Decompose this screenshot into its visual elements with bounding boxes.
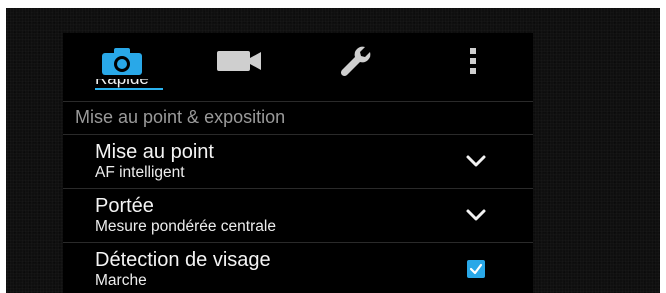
screenshot-frame: Rapide Mise au point & exposition Mise a… bbox=[0, 0, 666, 293]
camera-icon bbox=[101, 46, 143, 76]
chevron-down-icon[interactable] bbox=[465, 154, 487, 168]
divider bbox=[63, 101, 533, 102]
video-camera-icon bbox=[216, 49, 261, 73]
wrench-icon bbox=[339, 44, 373, 78]
setting-row-focus[interactable]: Mise au point AF intelligent bbox=[63, 135, 533, 188]
camera-settings-panel: Rapide Mise au point & exposition Mise a… bbox=[63, 33, 533, 293]
face-detection-checkbox[interactable] bbox=[467, 260, 485, 278]
scrolled-setting-value: Rapide bbox=[95, 79, 515, 101]
chevron-down-icon[interactable] bbox=[465, 208, 487, 222]
setting-row-face-detection[interactable]: Détection de visage Marche bbox=[63, 243, 533, 293]
setting-title: Mise au point bbox=[95, 141, 214, 163]
section-header: Mise au point & exposition bbox=[75, 107, 286, 127]
setting-value: Marche bbox=[95, 272, 147, 289]
selection-underline bbox=[95, 88, 163, 90]
setting-row-metering[interactable]: Portée Mesure pondérée centrale bbox=[63, 189, 533, 242]
setting-value: Mesure pondérée centrale bbox=[95, 218, 276, 235]
setting-value: AF intelligent bbox=[95, 164, 185, 181]
setting-title: Détection de visage bbox=[95, 249, 271, 271]
more-vertical-icon bbox=[469, 47, 477, 75]
checkmark-icon bbox=[469, 263, 483, 275]
setting-title: Portée bbox=[95, 195, 154, 217]
